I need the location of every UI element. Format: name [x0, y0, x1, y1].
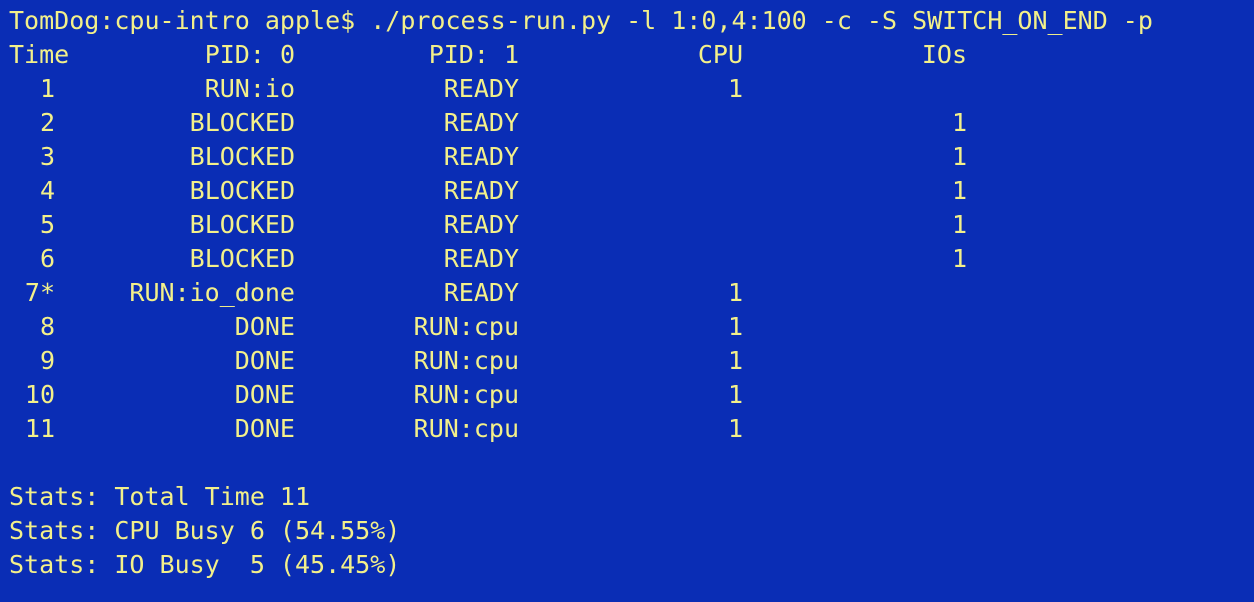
table-row: 7* RUN:io_done READY 1	[9, 276, 1254, 310]
cell-pid0: BLOCKED	[189, 244, 295, 273]
cell-cpu: 1	[727, 312, 743, 341]
header-ios: IOs	[921, 40, 967, 69]
table-row: 11 DONE RUN:cpu 1	[9, 412, 1254, 446]
cell-time: 1	[39, 74, 55, 103]
cell-cpu: 1	[727, 346, 743, 375]
header-time: Time	[9, 40, 70, 69]
cell-time: 6	[39, 244, 55, 273]
cell-pid0: RUN:io	[204, 74, 295, 103]
header-pid1: PID: 1	[428, 40, 519, 69]
header-pid0: PID: 0	[204, 40, 295, 69]
cell-pid1: READY	[443, 108, 519, 137]
cell-pid0: DONE	[234, 312, 295, 341]
table-row: 1 RUN:io READY 1	[9, 72, 1254, 106]
cell-pid1: RUN:cpu	[413, 346, 519, 375]
cell-time: 7*	[24, 278, 55, 307]
cell-pid1: READY	[443, 74, 519, 103]
table-header: Time PID: 0 PID: 1 CPU IOs	[9, 38, 1254, 72]
cell-cpu: 1	[727, 278, 743, 307]
cell-pid0: BLOCKED	[189, 176, 295, 205]
cell-time: 8	[39, 312, 55, 341]
cell-time: 4	[39, 176, 55, 205]
table-row: 2 BLOCKED READY 1	[9, 106, 1254, 140]
cell-ios: 1	[951, 210, 967, 239]
cell-pid1: READY	[443, 210, 519, 239]
cell-pid0: DONE	[234, 380, 295, 409]
cell-pid1: READY	[443, 278, 519, 307]
cell-time: 10	[24, 380, 55, 409]
stats-line: Stats: IO Busy 5 (45.45%)	[9, 550, 401, 579]
cell-cpu: 1	[727, 74, 743, 103]
cell-pid1: READY	[443, 244, 519, 273]
stats-line: Stats: CPU Busy 6 (54.55%)	[9, 516, 401, 545]
table-row: 6 BLOCKED READY 1	[9, 242, 1254, 276]
table-row: 3 BLOCKED READY 1	[9, 140, 1254, 174]
command-line: TomDog:cpu-intro apple$ ./process-run.py…	[9, 6, 1153, 35]
cell-ios: 1	[951, 108, 967, 137]
cell-time: 9	[39, 346, 55, 375]
cell-pid0: BLOCKED	[189, 210, 295, 239]
cell-pid1: RUN:cpu	[413, 414, 519, 443]
cell-ios: 1	[951, 244, 967, 273]
cell-pid0: RUN:io_done	[129, 278, 295, 307]
terminal-window[interactable]: TomDog:cpu-intro apple$ ./process-run.py…	[0, 0, 1254, 602]
cell-pid1: RUN:cpu	[413, 380, 519, 409]
cell-pid0: BLOCKED	[189, 108, 295, 137]
cell-pid1: RUN:cpu	[413, 312, 519, 341]
table-row: 10 DONE RUN:cpu 1	[9, 378, 1254, 412]
cell-ios: 1	[951, 142, 967, 171]
cell-time: 2	[39, 108, 55, 137]
cell-time: 3	[39, 142, 55, 171]
cell-cpu: 1	[727, 414, 743, 443]
table-row: 8 DONE RUN:cpu 1	[9, 310, 1254, 344]
cell-pid0: BLOCKED	[189, 142, 295, 171]
cell-pid0: DONE	[234, 346, 295, 375]
cell-time: 11	[24, 414, 55, 443]
table-row: 5 BLOCKED READY 1	[9, 208, 1254, 242]
cell-pid1: READY	[443, 142, 519, 171]
cell-cpu: 1	[727, 380, 743, 409]
table-row: 9 DONE RUN:cpu 1	[9, 344, 1254, 378]
header-cpu: CPU	[697, 40, 743, 69]
cell-pid0: DONE	[234, 414, 295, 443]
cell-ios: 1	[951, 176, 967, 205]
table-row: 4 BLOCKED READY 1	[9, 174, 1254, 208]
cell-time: 5	[39, 210, 55, 239]
stats-line: Stats: Total Time 11	[9, 482, 311, 511]
table-body: 1 RUN:io READY 1 2 BLOCKED READY 1 3 BLOCKED READY…	[9, 72, 1254, 446]
cell-pid1: READY	[443, 176, 519, 205]
